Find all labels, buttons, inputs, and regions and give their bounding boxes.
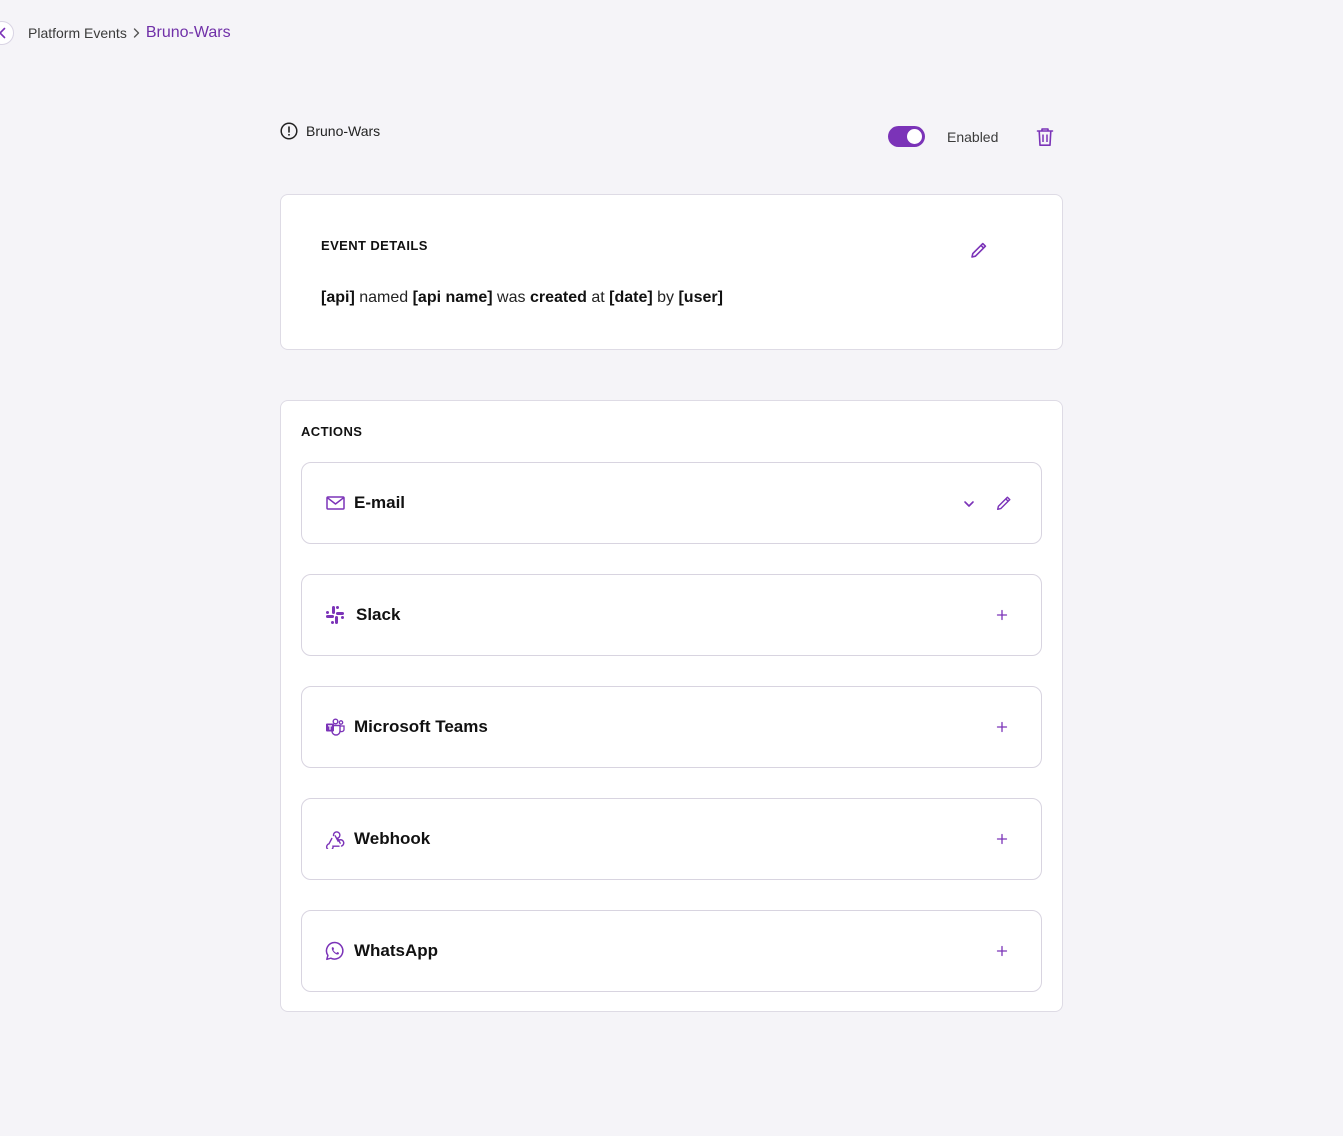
breadcrumb-parent-link[interactable]: Platform Events bbox=[28, 25, 127, 41]
delete-button[interactable] bbox=[1036, 127, 1054, 147]
header-controls: Enabled bbox=[888, 126, 1054, 147]
token-date: [date] bbox=[609, 289, 653, 306]
slack-icon bbox=[325, 605, 345, 625]
action-label-email: E-mail bbox=[354, 493, 406, 512]
breadcrumb-current: Bruno-Wars bbox=[145, 24, 231, 41]
token-api: [api] bbox=[321, 289, 355, 306]
plus-icon bbox=[996, 833, 1008, 845]
breadcrumb: Platform Events Bruno-Wars bbox=[28, 24, 231, 42]
enabled-toggle[interactable] bbox=[888, 126, 925, 147]
chevron-left-icon bbox=[0, 27, 6, 39]
text-was: was bbox=[492, 289, 530, 306]
event-title: Bruno-Wars bbox=[280, 122, 380, 140]
add-microsoft-teams-button[interactable] bbox=[995, 720, 1009, 739]
event-name: Bruno-Wars bbox=[306, 123, 381, 139]
event-details-heading: EVENT DETAILS bbox=[321, 238, 428, 253]
plus-icon bbox=[996, 721, 1008, 733]
expand-email-button[interactable] bbox=[962, 497, 976, 515]
action-label-microsoft-teams: Microsoft Teams bbox=[354, 717, 488, 736]
teams-icon bbox=[325, 717, 345, 737]
alert-circle-icon bbox=[280, 122, 298, 140]
chevron-down-icon bbox=[964, 501, 974, 507]
mail-icon bbox=[325, 493, 345, 513]
event-details-sentence: [api] named [api name] was created at [d… bbox=[321, 289, 723, 307]
toggle-knob bbox=[907, 129, 922, 144]
add-slack-button[interactable] bbox=[995, 608, 1009, 627]
plus-icon bbox=[996, 945, 1008, 957]
text-named: named bbox=[354, 289, 413, 306]
action-item-slack[interactable]: Slack bbox=[301, 574, 1042, 656]
token-api-name: [api name] bbox=[412, 289, 493, 306]
webhook-icon bbox=[325, 829, 345, 849]
plus-icon bbox=[996, 609, 1008, 621]
token-created: created bbox=[529, 289, 587, 306]
pencil-icon bbox=[971, 242, 987, 258]
action-item-whatsapp[interactable]: WhatsApp bbox=[301, 910, 1042, 992]
page: Platform Events Bruno-Wars Bruno-Wars En… bbox=[0, 0, 1343, 1136]
trash-icon bbox=[1037, 127, 1054, 146]
whatsapp-icon bbox=[325, 941, 345, 961]
action-item-microsoft-teams[interactable]: Microsoft Teams bbox=[301, 686, 1042, 768]
text-by: by bbox=[652, 289, 679, 306]
action-item-email[interactable]: E-mail bbox=[301, 462, 1042, 544]
actions-card: ACTIONS E-mail Slack Microsoft Teams Web… bbox=[280, 400, 1063, 1012]
back-button[interactable] bbox=[0, 21, 14, 45]
toggle-label: Enabled bbox=[947, 128, 999, 145]
chevron-right-icon bbox=[132, 27, 141, 39]
edit-event-details-button[interactable] bbox=[969, 240, 989, 265]
action-label-slack: Slack bbox=[356, 605, 401, 624]
edit-email-button[interactable] bbox=[995, 494, 1013, 517]
actions-heading: ACTIONS bbox=[301, 424, 363, 439]
action-label-webhook: Webhook bbox=[354, 829, 431, 848]
token-user: [user] bbox=[678, 289, 723, 306]
add-webhook-button[interactable] bbox=[995, 832, 1009, 851]
text-at: at bbox=[586, 289, 610, 306]
action-label-whatsapp: WhatsApp bbox=[354, 941, 439, 960]
pencil-icon bbox=[996, 496, 1011, 511]
action-item-webhook[interactable]: Webhook bbox=[301, 798, 1042, 880]
event-details-card: EVENT DETAILS [api] named [api name] was… bbox=[280, 194, 1063, 350]
add-whatsapp-button[interactable] bbox=[995, 944, 1009, 963]
